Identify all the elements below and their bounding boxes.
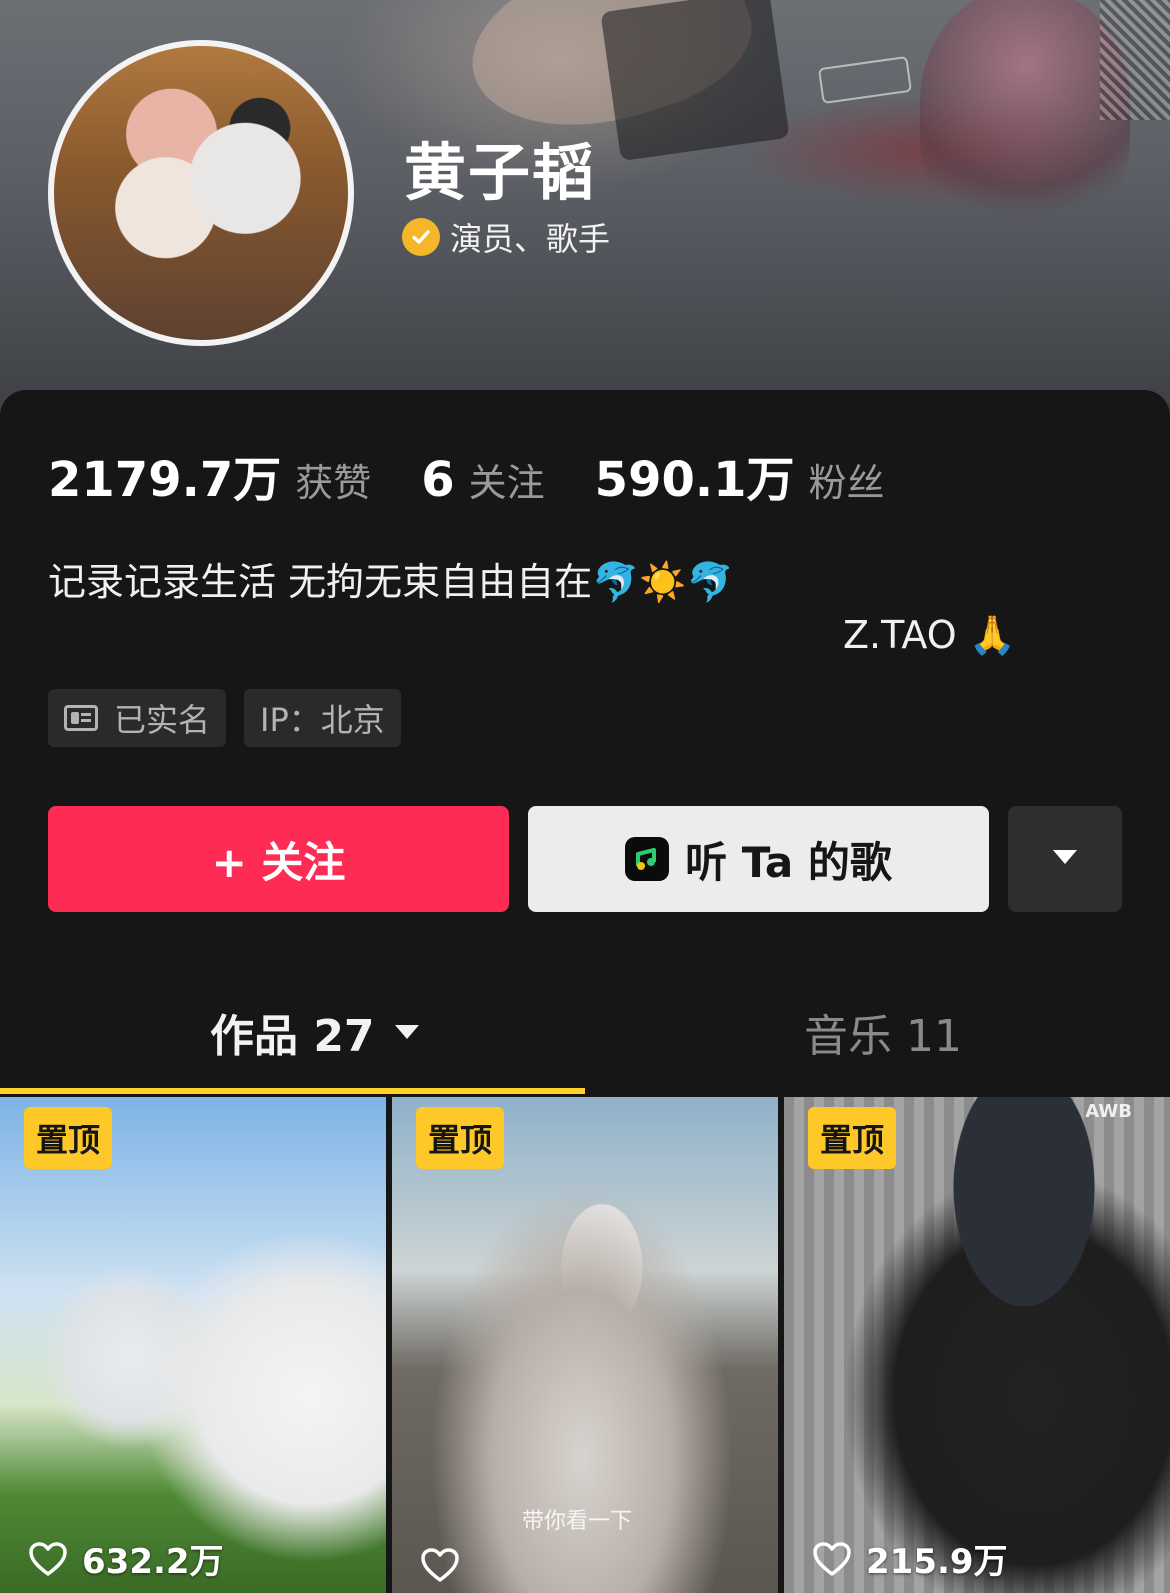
video-caption: 带你看一下 xyxy=(522,1509,633,1534)
video-tile[interactable]: 置顶 AWB 215.9万 xyxy=(784,1097,1170,1593)
heart-icon xyxy=(813,1541,851,1576)
profile-tags: 已实名 IP：北京 xyxy=(48,689,419,747)
real-name-label: 已实名 xyxy=(114,701,211,739)
follow-button-label: + 关注 xyxy=(211,837,346,887)
ip-location-label: IP：北京 xyxy=(260,701,385,739)
video-grid: 置顶 632.2万 置顶 带你看一下 置顶 AWB 215.9万 xyxy=(0,1097,1170,1593)
music-app-icon xyxy=(625,837,670,881)
followers-count[interactable]: 590.1万 xyxy=(595,440,795,510)
following-label[interactable]: 关注 xyxy=(469,452,545,507)
more-options-button[interactable] xyxy=(1008,806,1122,912)
likes-label: 获赞 xyxy=(295,461,372,505)
profile-name: 黄子韬 xyxy=(404,136,597,209)
works-sort-chevron-icon[interactable] xyxy=(393,1022,421,1042)
tab-works[interactable]: 作品 27 xyxy=(210,1000,421,1064)
tab-music[interactable]: 音乐 11 xyxy=(804,1000,962,1064)
dropdown-arrow-icon xyxy=(1051,847,1079,871)
likes-count: 2179.7万 xyxy=(48,452,282,508)
heart-icon xyxy=(29,1541,67,1576)
avatar[interactable] xyxy=(48,40,354,346)
bio-line-1: 记录记录生活 无拘无束自由自在🐬☀️🐬 xyxy=(48,560,735,604)
tab-music-label: 音乐 11 xyxy=(804,1011,962,1062)
video-likes-count: 215.9万 xyxy=(866,1542,1008,1582)
bio-line-2: Z.TAO 🙏 xyxy=(843,613,1017,657)
pinned-badge: 置顶 xyxy=(24,1107,113,1169)
video-likes xyxy=(420,1547,474,1583)
banner-photo-detail xyxy=(920,0,1130,240)
id-card-icon xyxy=(64,705,98,731)
heart-icon xyxy=(421,1548,459,1582)
follow-button[interactable]: + 关注 xyxy=(48,806,509,912)
ip-location-tag: IP：北京 xyxy=(244,689,401,747)
video-tile[interactable]: 置顶 632.2万 xyxy=(0,1097,386,1593)
banner-logo-mark xyxy=(817,55,913,105)
video-likes-count: 632.2万 xyxy=(82,1542,224,1582)
video-watermark: AWB xyxy=(1085,1101,1132,1122)
verification-row: 演员、歌手 xyxy=(402,214,610,260)
video-likes: 632.2万 xyxy=(28,1534,224,1583)
pinned-badge: 置顶 xyxy=(808,1107,897,1169)
verification-text: 演员、歌手 xyxy=(450,220,611,258)
verified-badge-icon xyxy=(402,218,440,256)
tab-works-label: 作品 27 xyxy=(210,1011,375,1062)
pinned-badge: 置顶 xyxy=(416,1107,505,1169)
listen-songs-button[interactable]: 听 Ta 的歌 xyxy=(528,806,989,912)
listen-songs-label: 听 Ta 的歌 xyxy=(685,837,892,887)
banner-photo-detail xyxy=(1100,0,1170,120)
real-name-tag: 已实名 xyxy=(48,689,227,747)
following-count[interactable]: 6 xyxy=(421,452,454,508)
stats-row: 2179.7万 获赞 6 关注 590.1万 粉丝 xyxy=(48,440,935,510)
banner-photo-detail xyxy=(600,0,790,162)
video-likes: 215.9万 xyxy=(812,1534,1008,1583)
video-tile[interactable]: 置顶 带你看一下 xyxy=(392,1097,778,1593)
active-tab-indicator xyxy=(0,1088,585,1094)
followers-label[interactable]: 粉丝 xyxy=(809,452,885,507)
